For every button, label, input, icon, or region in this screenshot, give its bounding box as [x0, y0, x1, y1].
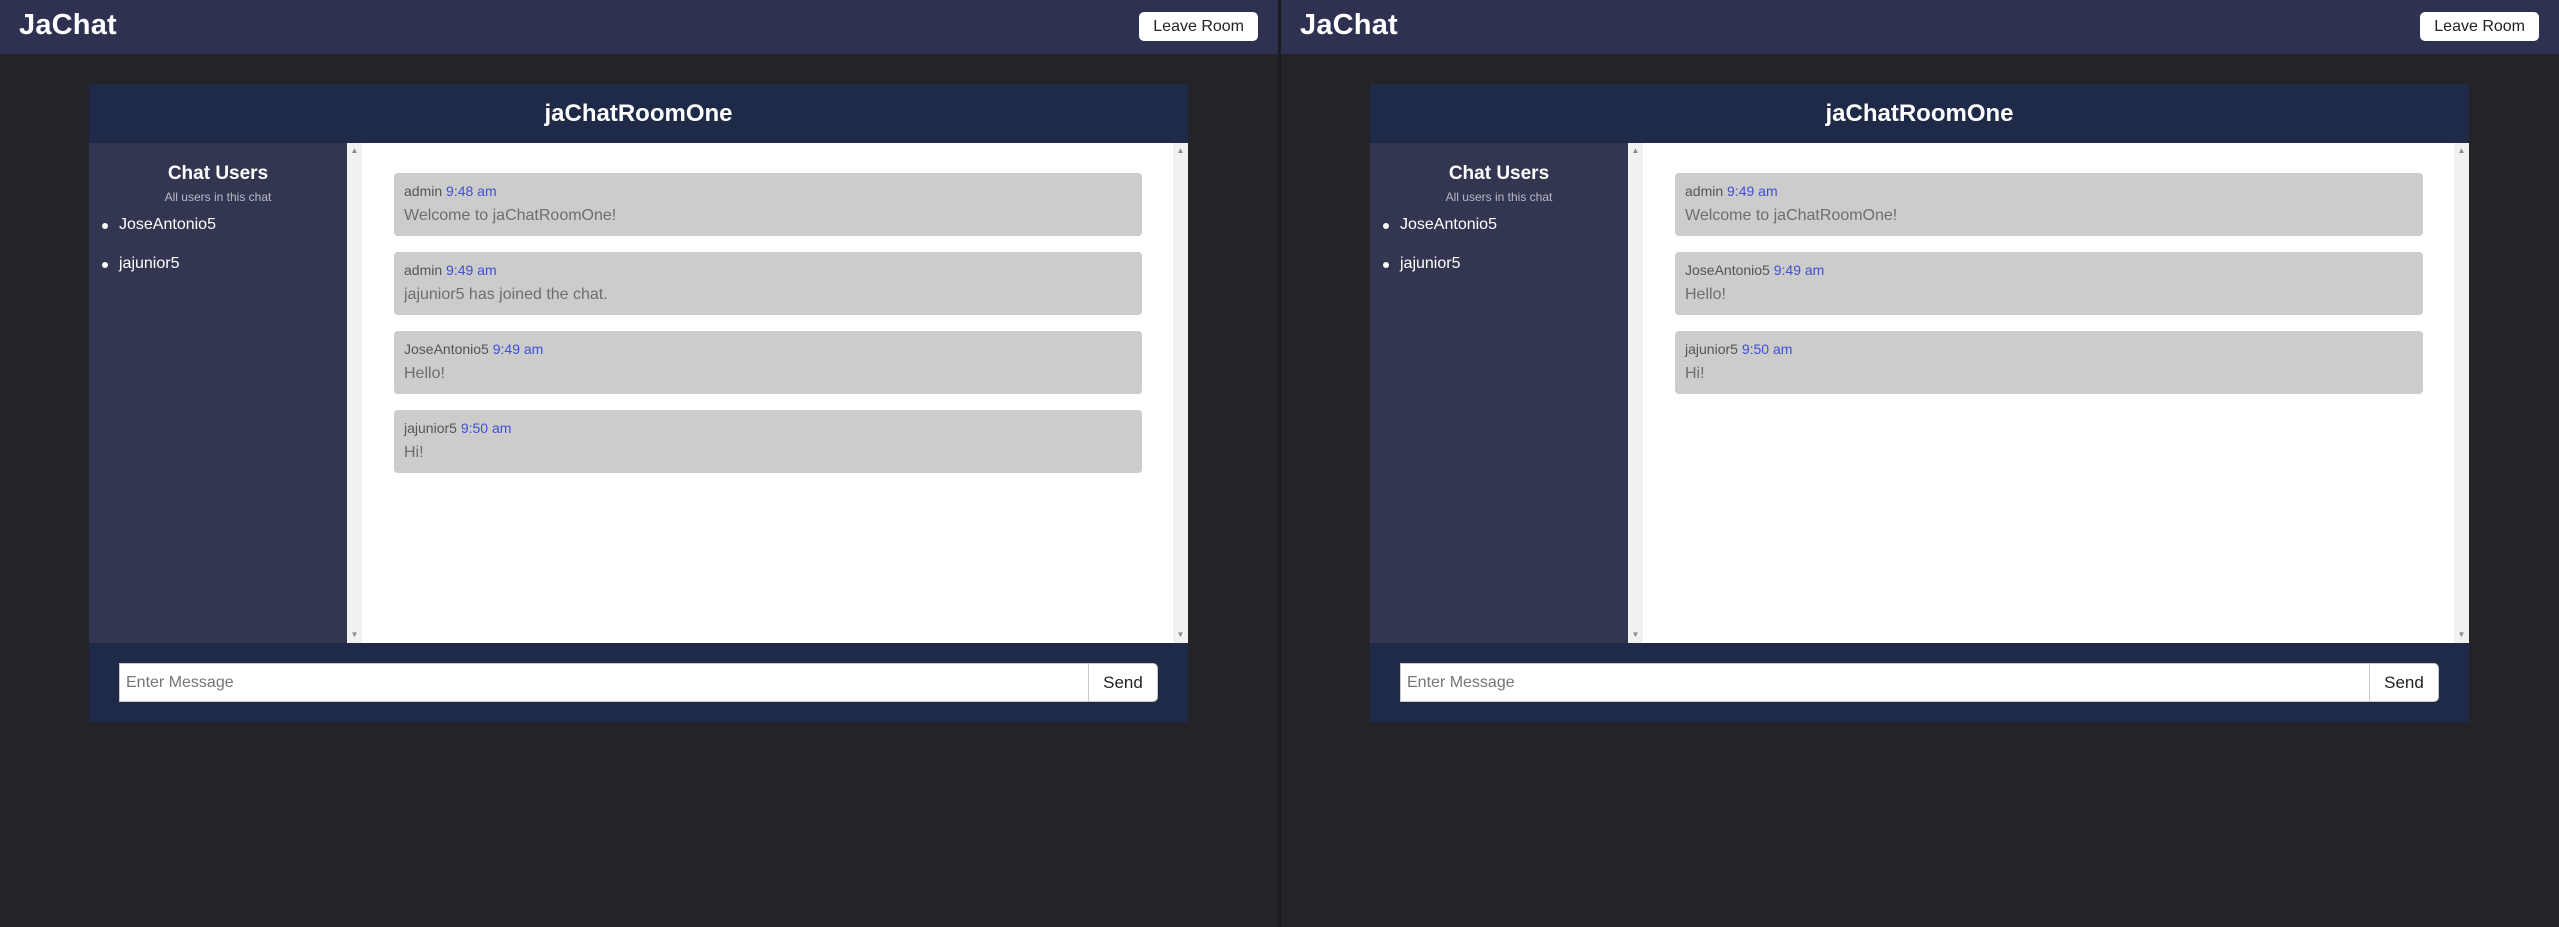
user-list-item: JoseAntonio5	[1383, 213, 1497, 252]
sidebar-title: Chat Users	[167, 163, 269, 184]
room-name-header: jaChatRoomOne	[544, 100, 733, 127]
message-author: jajunior5	[1685, 341, 1738, 357]
room-name-header: jaChatRoomOne	[1825, 100, 2014, 127]
scroll-down-arrow-icon[interactable]: ▼	[347, 629, 362, 641]
message-text: Hello!	[1685, 286, 1726, 303]
send-button[interactable]: Send	[2369, 663, 2439, 702]
message-item: admin 9:48 am Welcome to jaChatRoomOne!	[394, 173, 1142, 236]
message-meta: admin 9:49 am	[1685, 183, 1778, 199]
message-item: jajunior5 9:50 am Hi!	[394, 410, 1142, 473]
message-meta: jajunior5 9:50 am	[404, 420, 511, 436]
message-text: Welcome to jaChatRoomOne!	[1685, 207, 1898, 224]
scroll-up-arrow-icon[interactable]: ▲	[2454, 145, 2469, 157]
messages-area[interactable]: ▲ ▼ admin 9:49 am Welcome to jaChatRoomO…	[1628, 143, 2469, 643]
scroll-up-arrow-icon[interactable]: ▲	[1628, 145, 1643, 157]
sidebar-subtitle: All users in this chat	[164, 190, 272, 204]
message-meta: jajunior5 9:50 am	[1685, 341, 1792, 357]
scrollbar-right[interactable]: ▲ ▼	[1173, 143, 1188, 643]
messages-area[interactable]: ▲ ▼ admin 9:48 am Welcome to jaChatRoomO…	[347, 143, 1188, 643]
message-item: jajunior5 9:50 am Hi!	[1675, 331, 2423, 394]
scroll-up-arrow-icon[interactable]: ▲	[1173, 145, 1188, 157]
scrollbar-right[interactable]: ▲ ▼	[2454, 143, 2469, 643]
scroll-up-arrow-icon[interactable]: ▲	[347, 145, 362, 157]
message-author: JoseAntonio5	[404, 341, 489, 357]
message-item: admin 9:49 am Welcome to jaChatRoomOne!	[1675, 173, 2423, 236]
message-author: admin	[404, 183, 443, 199]
message-item: JoseAntonio5 9:49 am Hello!	[394, 331, 1142, 394]
bullet-icon	[1383, 223, 1389, 229]
scroll-down-arrow-icon[interactable]: ▼	[2454, 629, 2469, 641]
top-navbar: JaChat Leave Room	[1281, 0, 2559, 54]
scrollbar-left[interactable]: ▲ ▼	[347, 143, 362, 643]
app-brand[interactable]: JaChat	[1300, 9, 1398, 42]
bullet-icon	[1383, 262, 1389, 268]
message-text: Hello!	[404, 365, 445, 382]
scroll-down-arrow-icon[interactable]: ▼	[1628, 629, 1643, 641]
user-list-item: jajunior5	[1383, 252, 1497, 291]
browser-pane-left: JaChat Leave Room jaChatRoomOne Chat Use…	[0, 0, 1278, 927]
screen: JaChat Leave Room jaChatRoomOne Chat Use…	[0, 0, 2559, 927]
user-name: jajunior5	[119, 255, 180, 272]
message-text: jajunior5 has joined the chat.	[404, 286, 608, 303]
message-time: 9:50 am	[460, 420, 512, 436]
message-time: 9:49 am	[492, 341, 544, 357]
message-list: admin 9:48 am Welcome to jaChatRoomOne! …	[394, 173, 1142, 489]
message-list: admin 9:49 am Welcome to jaChatRoomOne! …	[1675, 173, 2423, 410]
user-list: JoseAntonio5 jajunior5	[1370, 213, 1497, 291]
message-time: 9:49 am	[1727, 183, 1778, 199]
message-time: 9:50 am	[1741, 341, 1793, 357]
chat-container: jaChatRoomOne Chat Users All users in th…	[1370, 84, 2469, 722]
message-time: 9:49 am	[446, 262, 497, 278]
user-list-item: jajunior5	[102, 252, 216, 291]
leave-room-button[interactable]: Leave Room	[1139, 12, 1258, 41]
message-text: Hi!	[1685, 365, 1705, 382]
browser-pane-right: JaChat Leave Room jaChatRoomOne Chat Use…	[1281, 0, 2559, 927]
bullet-icon	[102, 223, 108, 229]
bullet-icon	[102, 262, 108, 268]
user-list: JoseAntonio5 jajunior5	[89, 213, 216, 291]
message-composer: Send	[1370, 643, 2469, 722]
sidebar-subtitle: All users in this chat	[1445, 190, 1553, 204]
message-meta: JoseAntonio5 9:49 am	[404, 341, 543, 357]
message-composer: Send	[89, 643, 1188, 722]
user-list-item: JoseAntonio5	[102, 213, 216, 252]
message-input[interactable]	[1400, 663, 2370, 702]
user-name: JoseAntonio5	[1400, 216, 1497, 233]
users-sidebar: Chat Users All users in this chat JoseAn…	[1370, 143, 1628, 643]
leave-room-button[interactable]: Leave Room	[2420, 12, 2539, 41]
message-text: Hi!	[404, 444, 424, 461]
message-meta: admin 9:49 am	[404, 262, 497, 278]
message-input[interactable]	[119, 663, 1089, 702]
scrollbar-left[interactable]: ▲ ▼	[1628, 143, 1643, 643]
message-author: jajunior5	[404, 420, 457, 436]
top-navbar: JaChat Leave Room	[0, 0, 1278, 54]
users-sidebar: Chat Users All users in this chat JoseAn…	[89, 143, 347, 643]
sidebar-title: Chat Users	[1448, 163, 1550, 184]
send-button[interactable]: Send	[1088, 663, 1158, 702]
message-item: JoseAntonio5 9:49 am Hello!	[1675, 252, 2423, 315]
message-author: JoseAntonio5	[1685, 262, 1770, 278]
user-name: JoseAntonio5	[119, 216, 216, 233]
user-name: jajunior5	[1400, 255, 1461, 272]
message-meta: JoseAntonio5 9:49 am	[1685, 262, 1824, 278]
message-item: admin 9:49 am jajunior5 has joined the c…	[394, 252, 1142, 315]
message-author: admin	[404, 262, 443, 278]
app-brand[interactable]: JaChat	[19, 9, 117, 42]
message-author: admin	[1685, 183, 1724, 199]
message-time: 9:49 am	[1773, 262, 1825, 278]
message-meta: admin 9:48 am	[404, 183, 497, 199]
message-time: 9:48 am	[446, 183, 497, 199]
scroll-down-arrow-icon[interactable]: ▼	[1173, 629, 1188, 641]
message-text: Welcome to jaChatRoomOne!	[404, 207, 617, 224]
chat-container: jaChatRoomOne Chat Users All users in th…	[89, 84, 1188, 722]
